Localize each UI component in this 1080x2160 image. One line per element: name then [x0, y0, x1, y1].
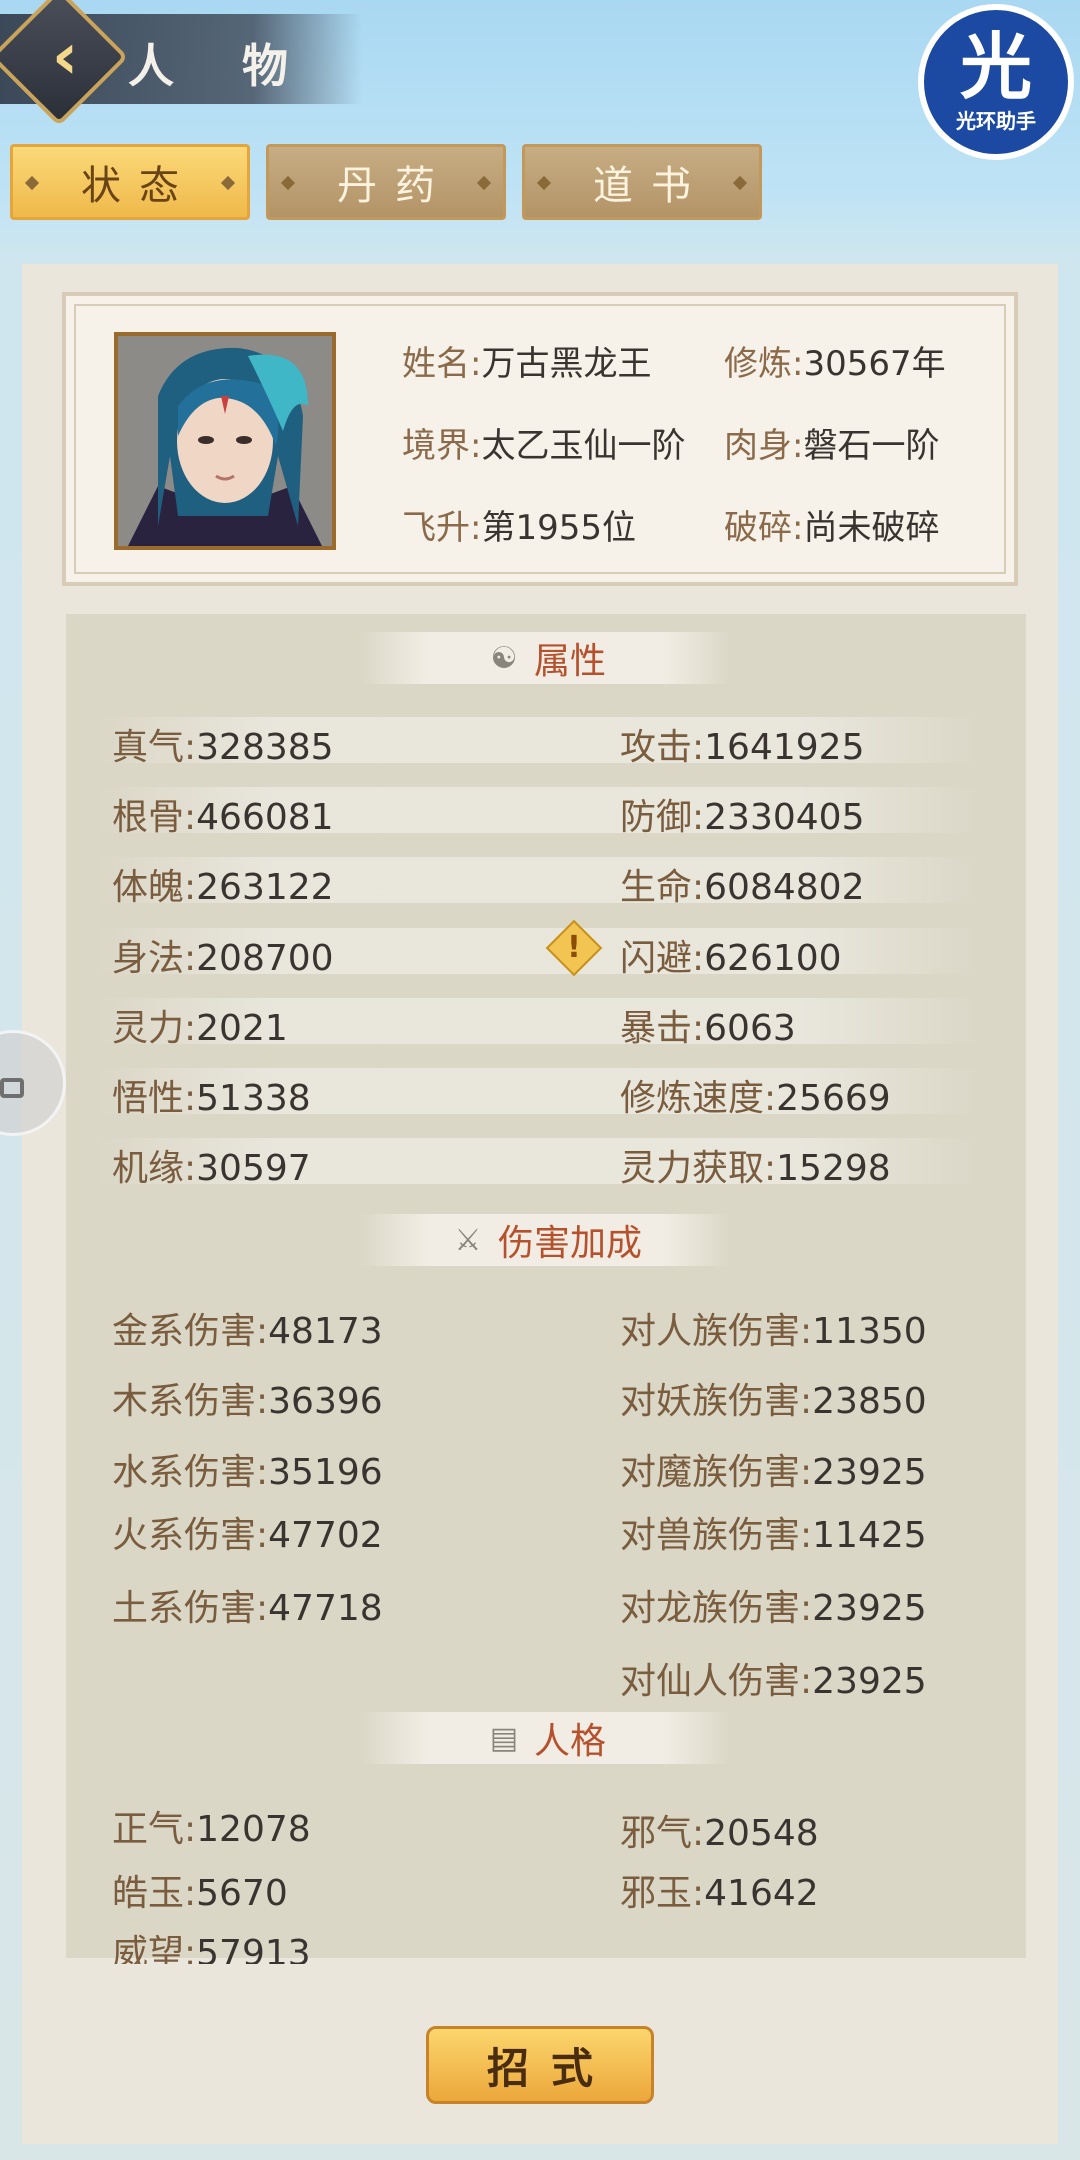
attr-left-2: 体魄:263122: [112, 867, 334, 908]
lock-icon[interactable]: [0, 1078, 24, 1098]
damage-right-3: 对兽族伤害:11425: [620, 1515, 927, 1556]
attr-left-3: 身法:208700: [112, 938, 334, 979]
back-chevron-icon[interactable]: ‹: [30, 20, 100, 94]
attr-right-1: 防御:2330405: [620, 797, 865, 838]
personality-left-1: 皓玉:5670: [112, 1873, 288, 1914]
attr-left-4: 灵力:2021: [112, 1008, 288, 1049]
damage-left-0: 金系伤害:48173: [112, 1311, 383, 1352]
damage-left-1: 木系伤害:36396: [112, 1381, 383, 1422]
damage-left-2: 水系伤害:35196: [112, 1452, 383, 1493]
damage-header: ⚔ 伤害加成: [360, 1214, 730, 1266]
badge-text: 光环助手: [956, 108, 1036, 133]
attr-right-5: 修炼速度:25669: [620, 1078, 891, 1119]
damage-right-5: 对仙人伤害:23925: [620, 1661, 927, 1702]
tab-status[interactable]: 状态: [10, 144, 250, 220]
damage-left-4: 土系伤害:47718: [112, 1588, 383, 1629]
character-portrait: [114, 332, 336, 550]
badge-glyph: 光: [959, 24, 1032, 109]
attr-right-0: 攻击:1641925: [620, 727, 865, 768]
damage-right-1: 对妖族伤害:23850: [620, 1381, 927, 1422]
body-field: 肉身:磐石一阶: [724, 426, 940, 466]
crossed-swords-icon: ⚔: [454, 1222, 482, 1258]
cultivate-field: 修炼:30567年: [724, 344, 946, 384]
helper-badge[interactable]: 光 光环助手: [918, 4, 1074, 160]
shatter-field: 破碎:尚未破碎: [724, 508, 940, 548]
attr-right-3: 闪避:626100: [620, 938, 842, 979]
tab-elixir[interactable]: 丹药: [266, 144, 506, 220]
damage-right-4: 对龙族伤害:23925: [620, 1588, 927, 1629]
page-title: 人 物: [128, 39, 315, 93]
attr-right-2: 生命:6084802: [620, 867, 865, 908]
warning-mark[interactable]: !: [554, 926, 594, 970]
personality-left-2: 威望:57913: [112, 1933, 311, 1964]
name-field: 姓名:万古黑龙王: [402, 344, 652, 384]
attr-right-4: 暴击:6063: [620, 1008, 796, 1049]
personality-left-0: 正气:12078: [112, 1809, 311, 1850]
personality-title: 人格: [533, 1721, 606, 1762]
realm-field: 境界:太乙玉仙一阶: [402, 426, 686, 466]
personality-right-1: 邪玉:41642: [620, 1873, 819, 1914]
tab-daoshu[interactable]: 道书: [522, 144, 762, 220]
attributes-header: ☯ 属性: [360, 632, 730, 684]
yin-yang-icon: ☯: [490, 640, 518, 676]
attr-left-6: 机缘:30597: [112, 1148, 311, 1189]
damage-right-0: 对人族伤害:11350: [620, 1311, 927, 1352]
damage-left-3: 火系伤害:47702: [112, 1515, 383, 1556]
personality-header: ▤ 人格: [360, 1712, 730, 1764]
attr-right-6: 灵力获取:15298: [620, 1148, 891, 1189]
damage-right-2: 对魔族伤害:23925: [620, 1452, 927, 1493]
attr-left-0: 真气:328385: [112, 727, 334, 768]
attr-left-5: 悟性:51338: [112, 1078, 311, 1119]
damage-title: 伤害加成: [497, 1223, 642, 1264]
scroll-icon: ▤: [489, 1720, 519, 1756]
moves-button[interactable]: 招式: [426, 2026, 654, 2104]
ascend-field: 飞升:第1955位: [402, 508, 636, 548]
attributes-title: 属性: [533, 641, 606, 682]
character-portrait-art: [118, 336, 332, 546]
personality-right-0: 邪气:20548: [620, 1813, 819, 1854]
attr-left-1: 根骨:466081: [112, 797, 334, 838]
